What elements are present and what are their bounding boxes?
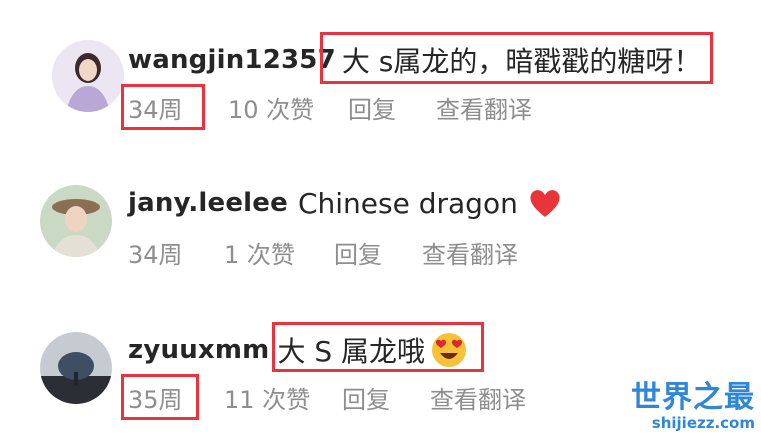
watermark-title: 世界之最 — [631, 380, 755, 415]
like-count[interactable]: 10 次赞 — [228, 90, 348, 125]
heart-eyes-icon — [432, 333, 467, 367]
comment-time: 35周 — [128, 385, 183, 414]
avatar-image — [40, 185, 112, 257]
username[interactable]: wangjin12357 — [128, 45, 336, 75]
comment-text: 大 s属龙的，暗戳戳的糖呀！ — [341, 45, 702, 78]
comment-time: 34周 — [128, 95, 183, 124]
see-translation-button[interactable]: 查看翻译 — [436, 90, 532, 125]
comment-item: jany.leelee Chinese dragon 34周 1 次赞 回复 查… — [0, 145, 761, 285]
like-count[interactable]: 11 次赞 — [224, 380, 342, 415]
username[interactable]: zyuuxmm — [128, 335, 269, 365]
comment-time: 34周 — [128, 240, 183, 269]
avatar-image — [52, 40, 124, 112]
reply-button[interactable]: 回复 — [342, 380, 430, 415]
see-translation-button[interactable]: 查看翻译 — [422, 235, 518, 270]
reply-button[interactable]: 回复 — [334, 235, 422, 270]
comment-text: Chinese dragon — [297, 186, 518, 220]
avatar-image — [40, 332, 112, 404]
avatar[interactable] — [40, 185, 112, 257]
username[interactable]: jany.leelee — [128, 188, 288, 218]
avatar[interactable] — [40, 332, 112, 404]
watermark-url: shijiezz.com — [651, 414, 755, 432]
comment-text: 大 S 属龙哦 — [277, 335, 426, 368]
watermark: 世界之最 shijiezz.com — [625, 380, 755, 432]
heart-icon — [530, 190, 560, 217]
avatar[interactable] — [52, 40, 124, 112]
see-translation-button[interactable]: 查看翻译 — [430, 380, 526, 415]
comment-item: wangjin12357 大 s属龙的，暗戳戳的糖呀！ 34周 10 次赞 回复… — [0, 0, 761, 140]
like-count[interactable]: 1 次赞 — [224, 235, 334, 270]
reply-button[interactable]: 回复 — [348, 90, 436, 125]
